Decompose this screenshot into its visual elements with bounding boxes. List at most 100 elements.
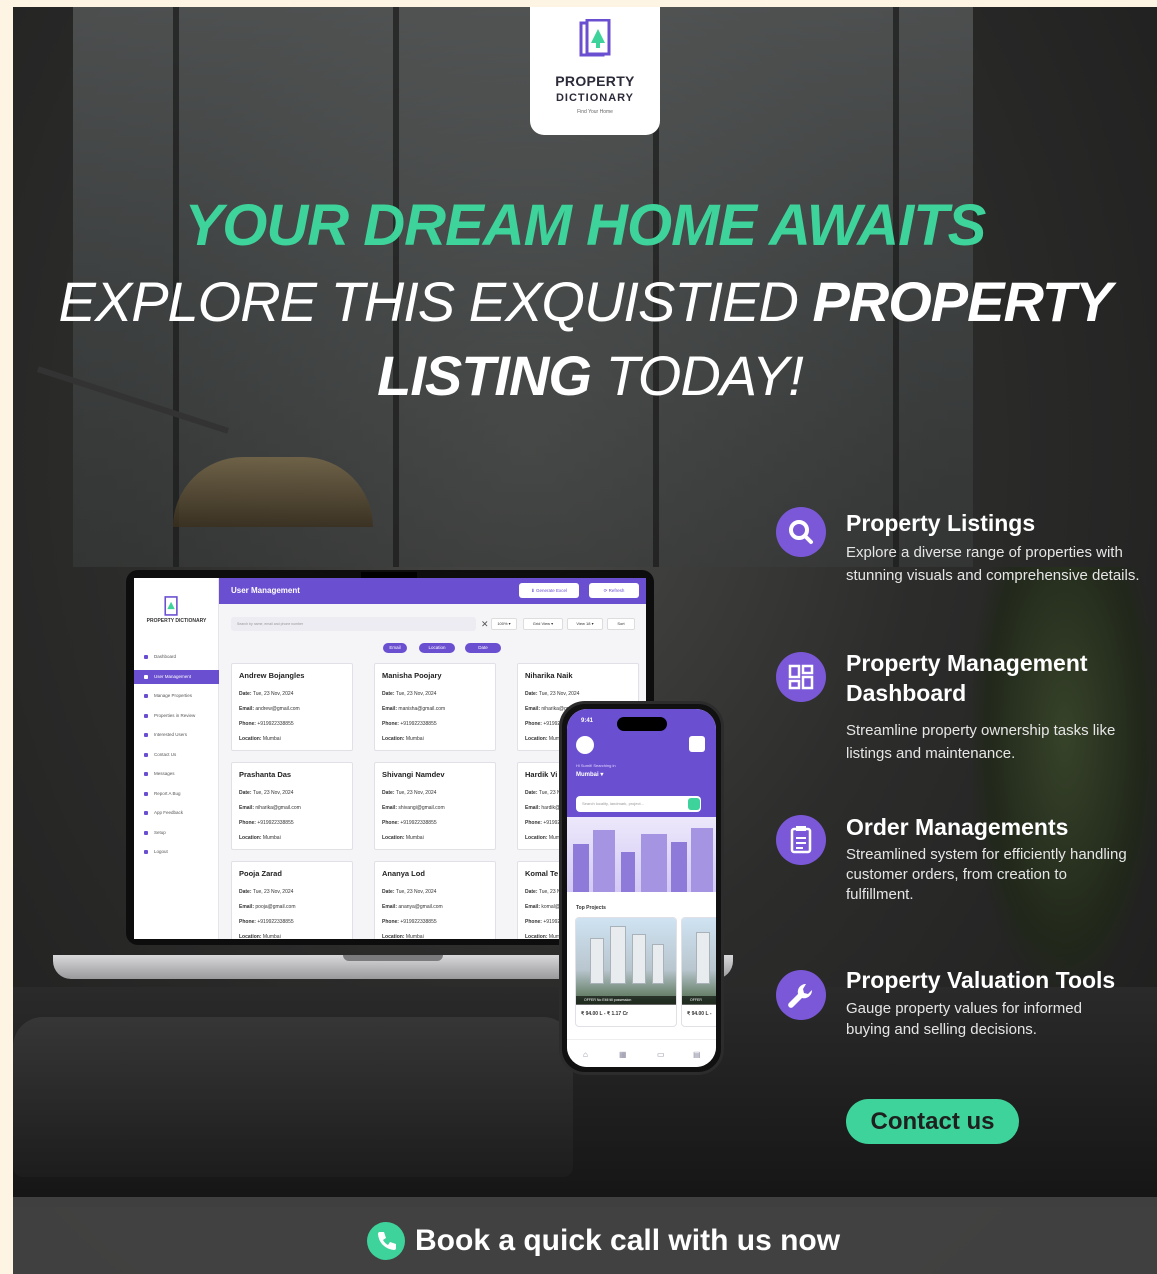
sidebar-item-label: Manage Properties	[154, 693, 193, 698]
generate-excel-label: Generate Excel	[536, 588, 568, 593]
user-date-line: Date: Tue, 23 Nov, 2024	[239, 691, 293, 697]
user-phone-value: +919922338855	[257, 820, 294, 826]
sidebar-item[interactable]: Setup	[134, 826, 219, 840]
sort-label: Sort	[617, 621, 625, 626]
city-selector[interactable]: Mumbai ▾	[576, 771, 603, 778]
grid-view-value: Grid View	[532, 621, 551, 626]
chat-icon[interactable]: ▭	[657, 1050, 665, 1059]
user-date-label: Date:	[239, 889, 252, 895]
user-date-value: Tue, 23 Nov, 2024	[252, 790, 294, 796]
user-email-label: Email:	[382, 904, 398, 910]
user-phone-line: Phone: +919922338855	[239, 919, 294, 925]
top-projects-heading: Top Projects	[576, 905, 606, 911]
user-card[interactable]: Ananya Lod Date: Tue, 23 Nov, 2024 Email: …	[374, 861, 496, 939]
project-price: ₹ 94.00 L - ₹ 1.17 Cr	[581, 1011, 629, 1017]
sidebar-item-icon	[144, 850, 148, 854]
user-card[interactable]: Andrew Bojangles Date: Tue, 23 Nov, 2024 E…	[231, 663, 353, 751]
user-date-line: Date: Tue, 23 Nov, 2024	[382, 790, 436, 796]
zoom-value: 100%	[497, 621, 508, 626]
user-search-input[interactable]: Search by name, email and phone number	[231, 617, 476, 631]
sidebar-item[interactable]: Manage Properties	[134, 689, 219, 703]
sidebar-item-icon	[144, 772, 148, 776]
home-icon[interactable]: ⌂	[583, 1050, 588, 1059]
sidebar-item[interactable]: Messages	[134, 767, 219, 781]
calculator-icon[interactable]: ▤	[693, 1050, 701, 1059]
user-location-label: Location:	[239, 835, 262, 841]
user-date-value: Tue, 23 Nov, 2024	[252, 889, 294, 895]
user-email-value: niharika@gmail.com	[255, 805, 301, 811]
feature-desc-listings: Explore a diverse range of properties wi…	[846, 544, 1140, 584]
sidebar-item[interactable]: Interested Users	[134, 728, 219, 742]
sidebar-item-icon	[144, 694, 148, 698]
contact-us-button[interactable]: Contact us	[846, 1099, 1019, 1144]
project-card[interactable]: OFFER ₹ 94.00 L -	[681, 917, 716, 1027]
refresh-button[interactable]: ⟳ Refresh	[589, 583, 639, 598]
phone-mockup: 9:41 Hi Sumit! Searching in Mumbai ▾ Sea…	[559, 701, 724, 1075]
phone-screen: 9:41 Hi Sumit! Searching in Mumbai ▾ Sea…	[567, 709, 716, 1067]
clear-search-icon[interactable]: ✕	[481, 619, 489, 630]
user-card[interactable]: Pooja Zarad Date: Tue, 23 Nov, 2024 Email:…	[231, 861, 353, 939]
project-card[interactable]: OFFER No EMI till possession ₹ 94.00 L -…	[575, 917, 677, 1027]
logo-text-dictionary: DICTIONARY	[555, 92, 635, 104]
tower-shape	[590, 938, 604, 984]
user-email-label: Email:	[525, 805, 541, 811]
user-date-label: Date:	[382, 691, 395, 697]
phone-logo-icon	[689, 736, 705, 752]
feature-desc-valuation: Gauge property values for informed buyin…	[846, 1000, 1082, 1038]
avatar[interactable]	[576, 736, 594, 754]
user-card[interactable]: Manisha Poojary Date: Tue, 23 Nov, 2024 Em…	[374, 663, 496, 751]
user-phone-label: Phone:	[382, 721, 399, 727]
user-email-line: Email: shivangi@gmail.com	[382, 805, 445, 811]
zoom-select[interactable]: 100% ▾	[491, 618, 517, 630]
user-date-line: Date: Tue, 23 Nov, 2024	[525, 691, 579, 697]
book-call-text[interactable]: Book a quick call with us now	[415, 1222, 840, 1260]
phone-search-input[interactable]: Search locality, landmark, project...	[576, 796, 701, 812]
user-email-line: Email: pooja@gmail.com	[239, 904, 296, 910]
user-phone-line: Phone: +919922338855	[382, 721, 437, 727]
user-email-label: Email:	[382, 706, 398, 712]
building-icon[interactable]: ▦	[619, 1050, 627, 1059]
sidebar-item[interactable]: Contact Us	[134, 748, 219, 762]
user-date-value: Tue, 23 Nov, 2024	[395, 691, 437, 697]
logo-card: PROPERTY DICTIONARY Find Your Home	[530, 7, 660, 135]
building-shape	[671, 842, 687, 892]
sidebar-item[interactable]: User Management	[134, 670, 219, 684]
user-phone-label: Phone:	[382, 820, 399, 826]
sidebar-item-label: Interested Users	[154, 732, 188, 737]
hero-sub-part1: EXPLORE THIS EXQUISTIED	[58, 270, 798, 333]
user-phone-label: Phone:	[382, 919, 399, 925]
sidebar-item[interactable]: Report A Bug	[134, 787, 219, 801]
filter-chip-date[interactable]: Date	[465, 643, 501, 653]
search-button[interactable]	[688, 798, 700, 810]
sidebar-item-icon	[144, 733, 148, 737]
sidebar-item[interactable]: Dashboard	[134, 650, 219, 664]
filter-chip-location[interactable]: Location	[419, 643, 455, 653]
user-email-label: Email:	[382, 805, 398, 811]
sidebar-item[interactable]: App Feedback	[134, 806, 219, 820]
phone-call-icon[interactable]	[367, 1222, 405, 1260]
sidebar-item[interactable]: Properties in Review	[134, 709, 219, 723]
user-email-value: manisha@gmail.com	[398, 706, 446, 712]
hero-sub-part2: PROPERTY	[812, 270, 1112, 333]
user-location-line: Location: Mumbai	[382, 835, 424, 841]
sidebar-item[interactable]: Logout	[134, 845, 219, 859]
user-email-line: Email: niharika@gmail.com	[239, 805, 301, 811]
view-count-select[interactable]: View 18 ▾	[567, 618, 603, 630]
sidebar-item-label: Properties in Review	[154, 713, 196, 718]
sidebar-item-label: User Management	[154, 674, 192, 679]
sort-button[interactable]: Sort	[607, 618, 635, 630]
user-location-label: Location:	[382, 835, 405, 841]
grid-view-select[interactable]: Grid View ▾	[523, 618, 563, 630]
user-location-value: Mumbai	[405, 934, 424, 939]
user-phone-label: Phone:	[525, 820, 542, 826]
filter-chip-email[interactable]: Email	[383, 643, 407, 653]
user-email-value: ananya@gmail.com	[398, 904, 443, 910]
user-card[interactable]: Shivangi Namdev Date: Tue, 23 Nov, 2024 Em…	[374, 762, 496, 850]
generate-excel-button[interactable]: ⬇ Generate Excel	[519, 583, 579, 598]
user-date-value: Tue, 23 Nov, 2024	[252, 691, 294, 697]
user-card[interactable]: Prashanta Das Date: Tue, 23 Nov, 2024 Emai…	[231, 762, 353, 850]
feature-title-valuation: Property Valuation Tools	[846, 967, 1116, 993]
tower-shape	[632, 934, 646, 984]
wrench-icon	[776, 970, 826, 1020]
user-name: Hardik Vi	[525, 770, 558, 779]
